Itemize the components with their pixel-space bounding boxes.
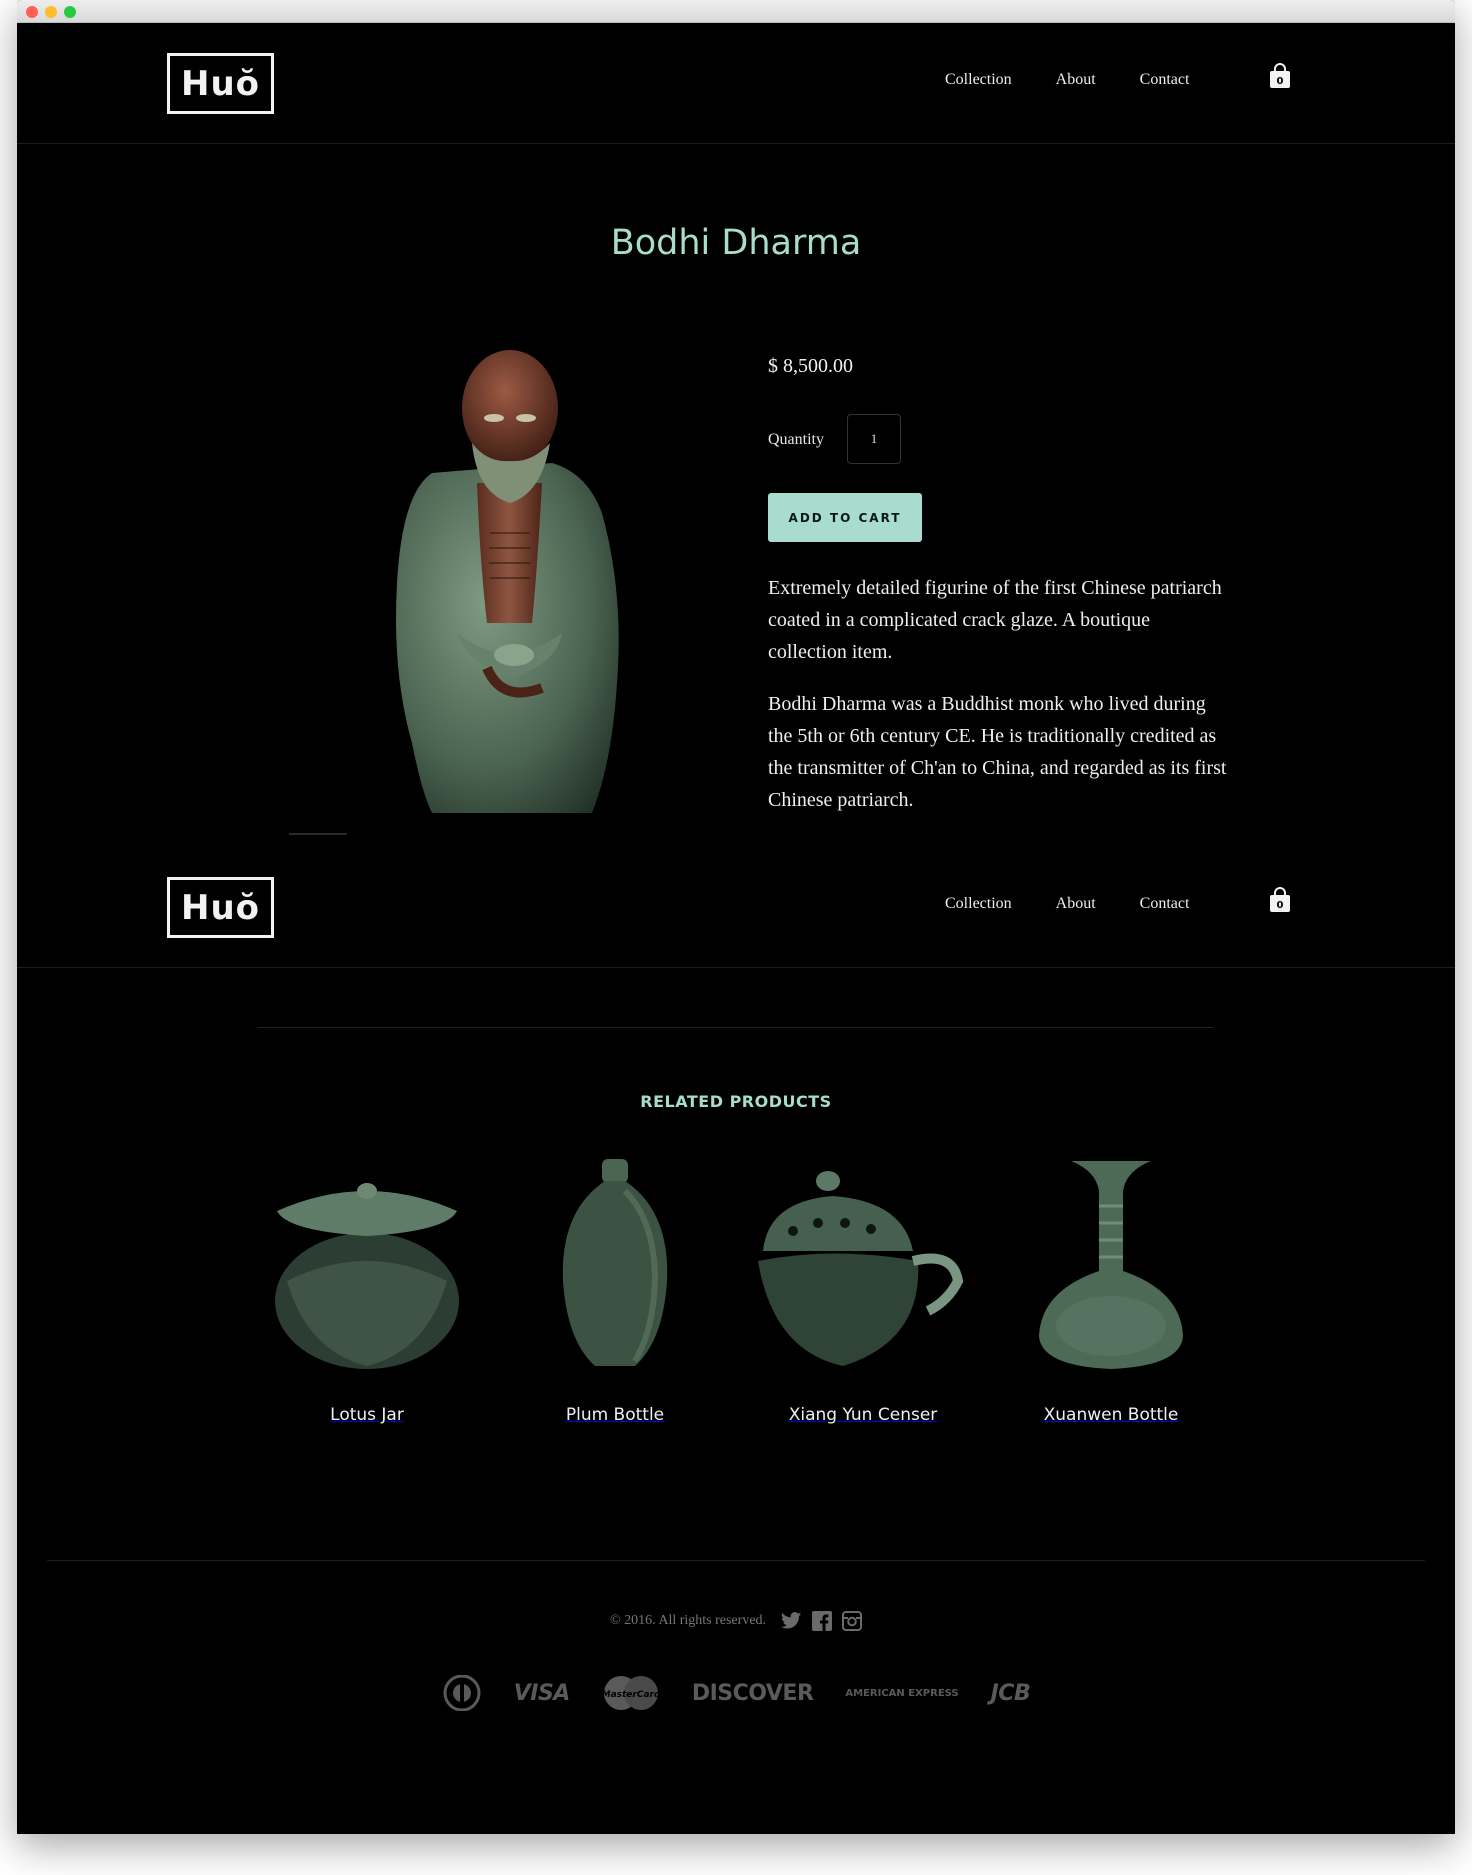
description-paragraph: Extremely detailed figurine of the first…: [768, 577, 1222, 663]
facebook-icon: [812, 1611, 833, 1631]
maximize-window-button[interactable]: [64, 6, 76, 18]
related-product-card[interactable]: Plum Bottle: [505, 1151, 725, 1425]
minimize-window-button[interactable]: [45, 6, 57, 18]
diners-club-icon: [443, 1675, 481, 1711]
instagram-icon: [842, 1611, 863, 1631]
nav-collection[interactable]: Collection: [945, 71, 1012, 89]
lotus-jar-image: [275, 1183, 459, 1369]
product-description: Extremely detailed figurine of the first…: [768, 572, 1228, 836]
copyright-text: © 2016. All rights reserved.: [609, 1613, 767, 1628]
related-product-name: Plum Bottle: [565, 1405, 665, 1425]
related-products-grid: Lotus Jar Plum Bottle Xiang Yun Censer X…: [257, 1151, 1237, 1425]
cart-count: 0: [1277, 76, 1284, 87]
discover-icon: DISCOVER: [691, 1680, 814, 1706]
related-product-name: Lotus Jar: [330, 1405, 404, 1425]
related-product-name: Xiang Yun Censer: [788, 1405, 938, 1425]
quantity-label: Quantity: [768, 431, 824, 448]
divider: [258, 1027, 1213, 1028]
main-nav: Collection About Contact: [945, 71, 1189, 89]
site-logo[interactable]: Huŏ: [167, 877, 274, 938]
image-slide-indicator[interactable]: [289, 833, 347, 835]
quantity-input[interactable]: [847, 414, 901, 464]
visa-icon: VISA: [513, 1680, 571, 1706]
product-title: Bodhi Dharma: [610, 223, 862, 263]
product-price: $ 8,500.00: [768, 355, 853, 377]
close-window-button[interactable]: [26, 6, 38, 18]
browser-window: Huŏ Collection About Contact 0 Bodhi Dha…: [17, 0, 1455, 1834]
related-product-card[interactable]: Lotus Jar: [257, 1151, 477, 1425]
description-paragraph: Bodhi Dharma was a Buddhist monk who liv…: [768, 693, 1227, 811]
nav-about[interactable]: About: [1056, 895, 1096, 913]
footer-divider: [47, 1560, 1425, 1561]
twitter-icon: [780, 1612, 802, 1629]
nav-about[interactable]: About: [1056, 71, 1096, 89]
site-logo[interactable]: Huŏ: [167, 53, 274, 114]
shopping-bag-icon: 0: [1270, 887, 1290, 912]
footer-meta: © 2016. All rights reserved.: [17, 1611, 1455, 1631]
page: Huŏ Collection About Contact 0 Bodhi Dha…: [17, 23, 1455, 1834]
instagram-link[interactable]: [842, 1611, 863, 1631]
jcb-icon: JCB: [990, 1680, 1031, 1706]
plum-bottle-image: [562, 1159, 668, 1366]
related-product-name: Xuanwen Bottle: [1043, 1405, 1179, 1425]
amex-icon: AMERICAN EXPRESS: [845, 1687, 959, 1699]
sticky-header: Huŏ Collection About Contact 0: [17, 847, 1455, 968]
bodhi-dharma-figurine-image: [396, 350, 619, 813]
cart-button[interactable]: 0: [1269, 63, 1291, 89]
logo-text: Huŏ: [180, 63, 261, 104]
title-bar: [17, 0, 1455, 23]
nav-contact[interactable]: Contact: [1140, 895, 1190, 913]
nav-collection[interactable]: Collection: [945, 895, 1012, 913]
shopping-bag-icon: 0: [1270, 63, 1290, 88]
cart-button[interactable]: 0: [1269, 887, 1291, 913]
xuanwen-bottle-image: [1039, 1161, 1183, 1369]
mastercard-label: MasterCard: [602, 1690, 660, 1700]
censer-image: [758, 1171, 964, 1366]
twitter-link[interactable]: [780, 1611, 802, 1631]
nav-contact[interactable]: Contact: [1140, 71, 1190, 89]
add-to-cart-button[interactable]: ADD TO CART: [768, 493, 922, 542]
payment-methods: VISA MasterCard DISCOVER AMERICAN EXPRES…: [17, 1675, 1455, 1711]
site-header: Huŏ Collection About Contact 0: [17, 23, 1455, 144]
related-product-card[interactable]: Xiang Yun Censer: [753, 1151, 973, 1425]
related-products-title: RELATED PRODUCTS: [640, 1092, 832, 1111]
facebook-link[interactable]: [812, 1611, 833, 1631]
logo-text: Huŏ: [180, 887, 261, 928]
cart-count: 0: [1277, 900, 1284, 911]
mastercard-icon: MasterCard: [602, 1676, 660, 1710]
main-nav: Collection About Contact: [945, 895, 1189, 913]
product-image[interactable]: [362, 343, 652, 813]
related-product-card[interactable]: Xuanwen Bottle: [1001, 1151, 1221, 1425]
